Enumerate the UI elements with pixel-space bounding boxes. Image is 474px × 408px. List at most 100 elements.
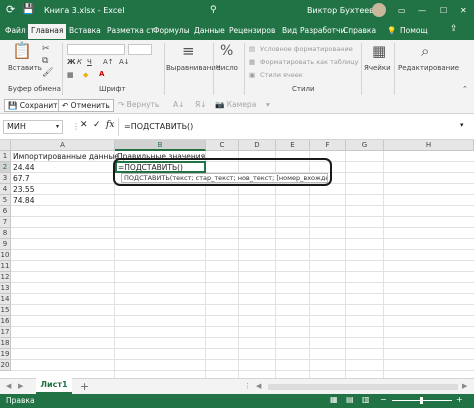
tab-developer[interactable]: Разработчи xyxy=(300,26,345,35)
save-button[interactable]: 💾 Сохранить xyxy=(4,99,66,112)
row-header[interactable]: 15 xyxy=(0,305,11,316)
prev-sheet-icon[interactable]: ◀ xyxy=(6,382,11,390)
format-painter-icon[interactable]: 🖌 xyxy=(42,67,53,80)
camera-button[interactable]: 📷 Камера xyxy=(212,99,259,112)
collapse-ribbon-icon[interactable]: ⌃ xyxy=(462,85,468,93)
row-header[interactable]: 18 xyxy=(0,338,11,349)
font-color-icon[interactable]: A xyxy=(99,70,104,78)
row-header[interactable]: 17 xyxy=(0,327,11,338)
tab-view[interactable]: Вид xyxy=(282,26,297,35)
cell-a5[interactable]: 74.84 xyxy=(12,195,34,206)
scroll-left-icon[interactable]: ◀ xyxy=(256,382,261,390)
row-header[interactable]: 14 xyxy=(0,294,11,305)
tab-home[interactable]: Главная xyxy=(28,24,67,39)
format-table-button[interactable]: Форматировать как таблицу xyxy=(260,58,359,66)
add-sheet-button[interactable]: + xyxy=(80,380,89,393)
row-header[interactable]: 6 xyxy=(0,206,11,217)
cancel-icon[interactable]: ✕ xyxy=(80,120,88,130)
row-header[interactable]: 4 xyxy=(0,184,11,195)
fill-color-icon[interactable]: ◆ xyxy=(83,71,88,79)
bold-icon[interactable]: Ж xyxy=(67,58,76,66)
tab-page-layout[interactable]: Разметка ст xyxy=(107,26,155,35)
column-header-b[interactable]: B xyxy=(115,140,206,151)
row-header[interactable]: 8 xyxy=(0,228,11,239)
name-box[interactable]: МИН xyxy=(3,120,63,134)
worksheet-grid[interactable]: A B C D E F G H 1 2 3 4 5 6 7 8 9 10 11 12 13 14 15 16 1… xyxy=(0,140,474,378)
share-icon[interactable]: ⇪ xyxy=(450,24,458,34)
page-break-icon[interactable]: ▥ xyxy=(362,395,370,404)
column-header-a[interactable]: A xyxy=(11,140,115,151)
formula-input[interactable]: =ПОДСТАВИТЬ() xyxy=(124,122,193,131)
column-header-d[interactable]: D xyxy=(239,140,276,151)
row-header[interactable]: 19 xyxy=(0,349,11,360)
enter-icon[interactable]: ✓ xyxy=(93,120,101,130)
sheet-tab-active[interactable]: Лист1 xyxy=(36,378,72,394)
maximize-button[interactable]: ☐ xyxy=(440,6,447,15)
tab-file[interactable]: Файл xyxy=(5,26,26,35)
normal-view-icon[interactable]: ▦ xyxy=(330,395,338,404)
editing-button[interactable]: Редактирование xyxy=(398,64,459,72)
number-button[interactable]: Число xyxy=(216,64,238,72)
cells-button[interactable]: Ячейки xyxy=(364,64,391,72)
expand-formula-icon[interactable]: ▾ xyxy=(460,121,464,129)
ribbon-display-icon[interactable]: ▭ xyxy=(398,6,406,15)
column-header-g[interactable]: G xyxy=(346,140,384,151)
cell-a4[interactable]: 23.55 xyxy=(12,184,34,195)
sort-desc-icon[interactable]: Я↓ xyxy=(192,99,210,112)
column-header-h[interactable]: H xyxy=(384,140,474,151)
zoom-slider-thumb[interactable] xyxy=(420,397,423,404)
next-sheet-icon[interactable]: ▶ xyxy=(18,382,23,390)
customize-qat-icon[interactable]: ▾ xyxy=(263,99,273,112)
cell-a1[interactable]: Импортированные данные xyxy=(12,151,119,162)
underline-icon[interactable]: Ч xyxy=(87,58,92,66)
row-header[interactable]: 3 xyxy=(0,173,11,184)
row-header[interactable]: 2 xyxy=(0,162,11,173)
page-layout-icon[interactable]: ▤ xyxy=(346,395,354,404)
row-header[interactable]: 10 xyxy=(0,250,11,261)
insert-function-icon[interactable]: fx xyxy=(106,120,114,130)
tab-tell-me[interactable]: Помощ xyxy=(400,26,428,35)
cell-styles-button[interactable]: Стили ячеек xyxy=(260,71,303,79)
zoom-in-icon[interactable]: + xyxy=(456,395,463,404)
save-icon[interactable]: 💾 xyxy=(22,4,34,15)
percent-icon[interactable]: % xyxy=(220,44,233,58)
font-name-select[interactable] xyxy=(67,44,125,55)
user-name[interactable]: Виктор Бухтеев xyxy=(307,6,374,15)
tab-formulas[interactable]: Формулы xyxy=(153,26,190,35)
tab-insert[interactable]: Вставка xyxy=(69,26,101,35)
column-header-f[interactable]: F xyxy=(310,140,346,151)
row-header[interactable]: 13 xyxy=(0,283,11,294)
row-header[interactable]: 11 xyxy=(0,261,11,272)
borders-icon[interactable]: ▦ xyxy=(67,71,74,79)
font-shrink-icon[interactable]: A↓ xyxy=(119,58,130,66)
row-header[interactable]: 20 xyxy=(0,360,11,371)
chevron-down-icon[interactable]: ▾ xyxy=(56,123,59,130)
select-all-corner[interactable] xyxy=(0,140,11,151)
undo-button[interactable]: ↶ Отменить xyxy=(58,99,114,112)
font-grow-icon[interactable]: A↑ xyxy=(103,58,114,66)
row-header[interactable]: 12 xyxy=(0,272,11,283)
zoom-out-icon[interactable]: − xyxy=(380,395,387,404)
scroll-right-icon[interactable]: ▶ xyxy=(462,382,467,390)
tab-review[interactable]: Рецензиров xyxy=(229,26,275,35)
tab-help[interactable]: Справка xyxy=(343,26,376,35)
column-header-c[interactable]: C xyxy=(206,140,239,151)
column-header-e[interactable]: E xyxy=(276,140,310,151)
cells-icon[interactable]: ▦ xyxy=(372,44,386,59)
row-header[interactable]: 1 xyxy=(0,151,11,162)
row-header[interactable]: 9 xyxy=(0,239,11,250)
row-header[interactable]: 16 xyxy=(0,316,11,327)
search-icon[interactable]: ⚲ xyxy=(210,5,217,15)
redo-button[interactable]: ↷ Вернуть xyxy=(115,99,162,112)
cell-a3[interactable]: 67.7 xyxy=(12,173,30,184)
conditional-format-button[interactable]: Условное форматирование xyxy=(260,45,353,53)
font-size-select[interactable] xyxy=(128,44,152,55)
minimize-button[interactable]: — xyxy=(418,6,426,15)
paste-button[interactable]: Вставить xyxy=(8,64,42,72)
row-header[interactable]: 7 xyxy=(0,217,11,228)
tab-data[interactable]: Данные xyxy=(194,26,225,35)
avatar[interactable] xyxy=(372,3,386,17)
sort-asc-icon[interactable]: A↓ xyxy=(170,99,187,112)
horizontal-scrollbar[interactable] xyxy=(268,384,458,390)
italic-icon[interactable]: К xyxy=(77,58,82,66)
